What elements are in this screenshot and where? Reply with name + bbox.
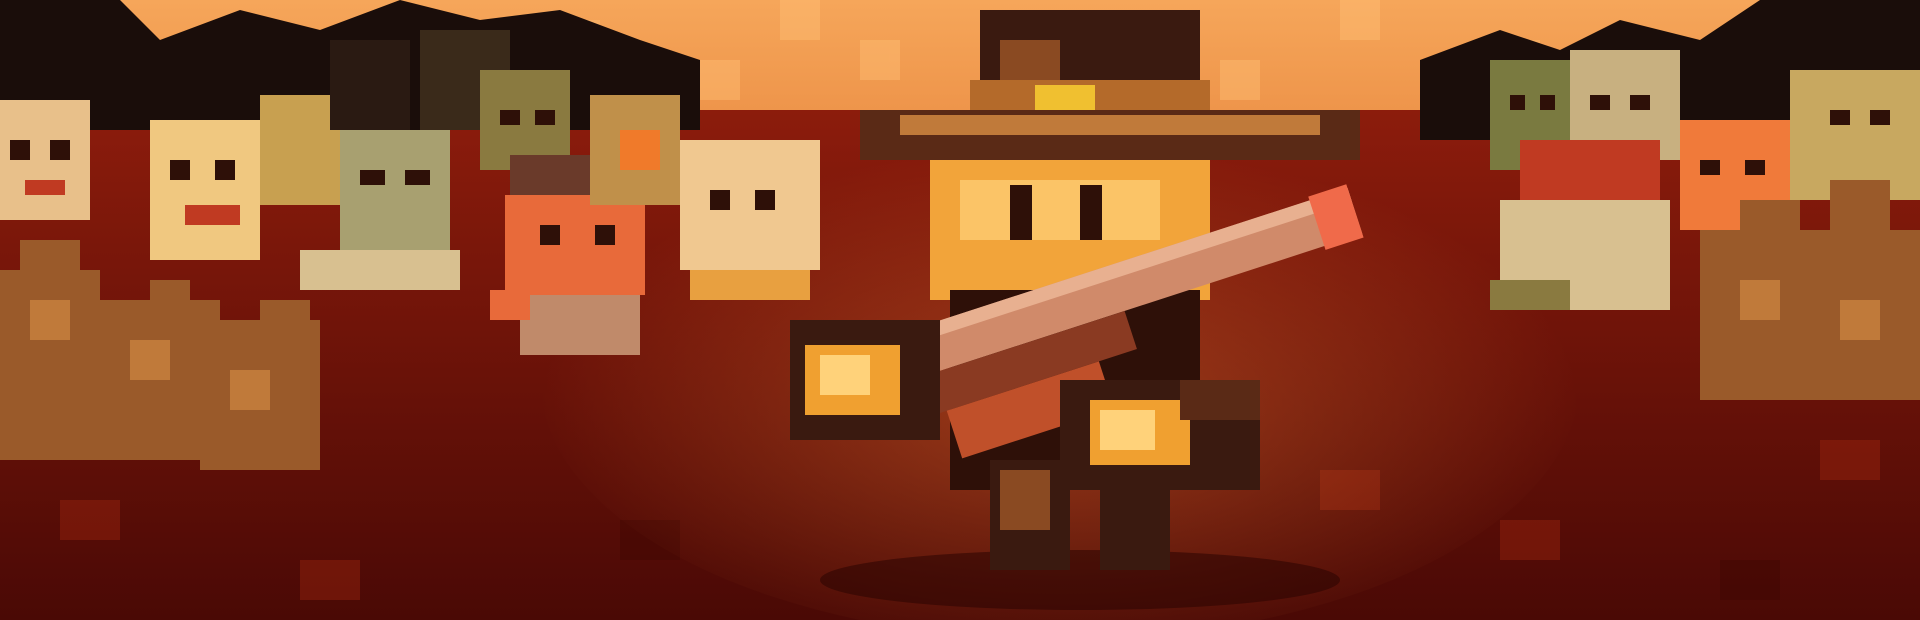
hero-eye-left	[1010, 185, 1032, 240]
scene-canvas	[0, 0, 1920, 620]
hero-leg-right	[1100, 480, 1170, 570]
game-key-art	[0, 0, 1920, 620]
hero-eye-right	[1080, 185, 1102, 240]
